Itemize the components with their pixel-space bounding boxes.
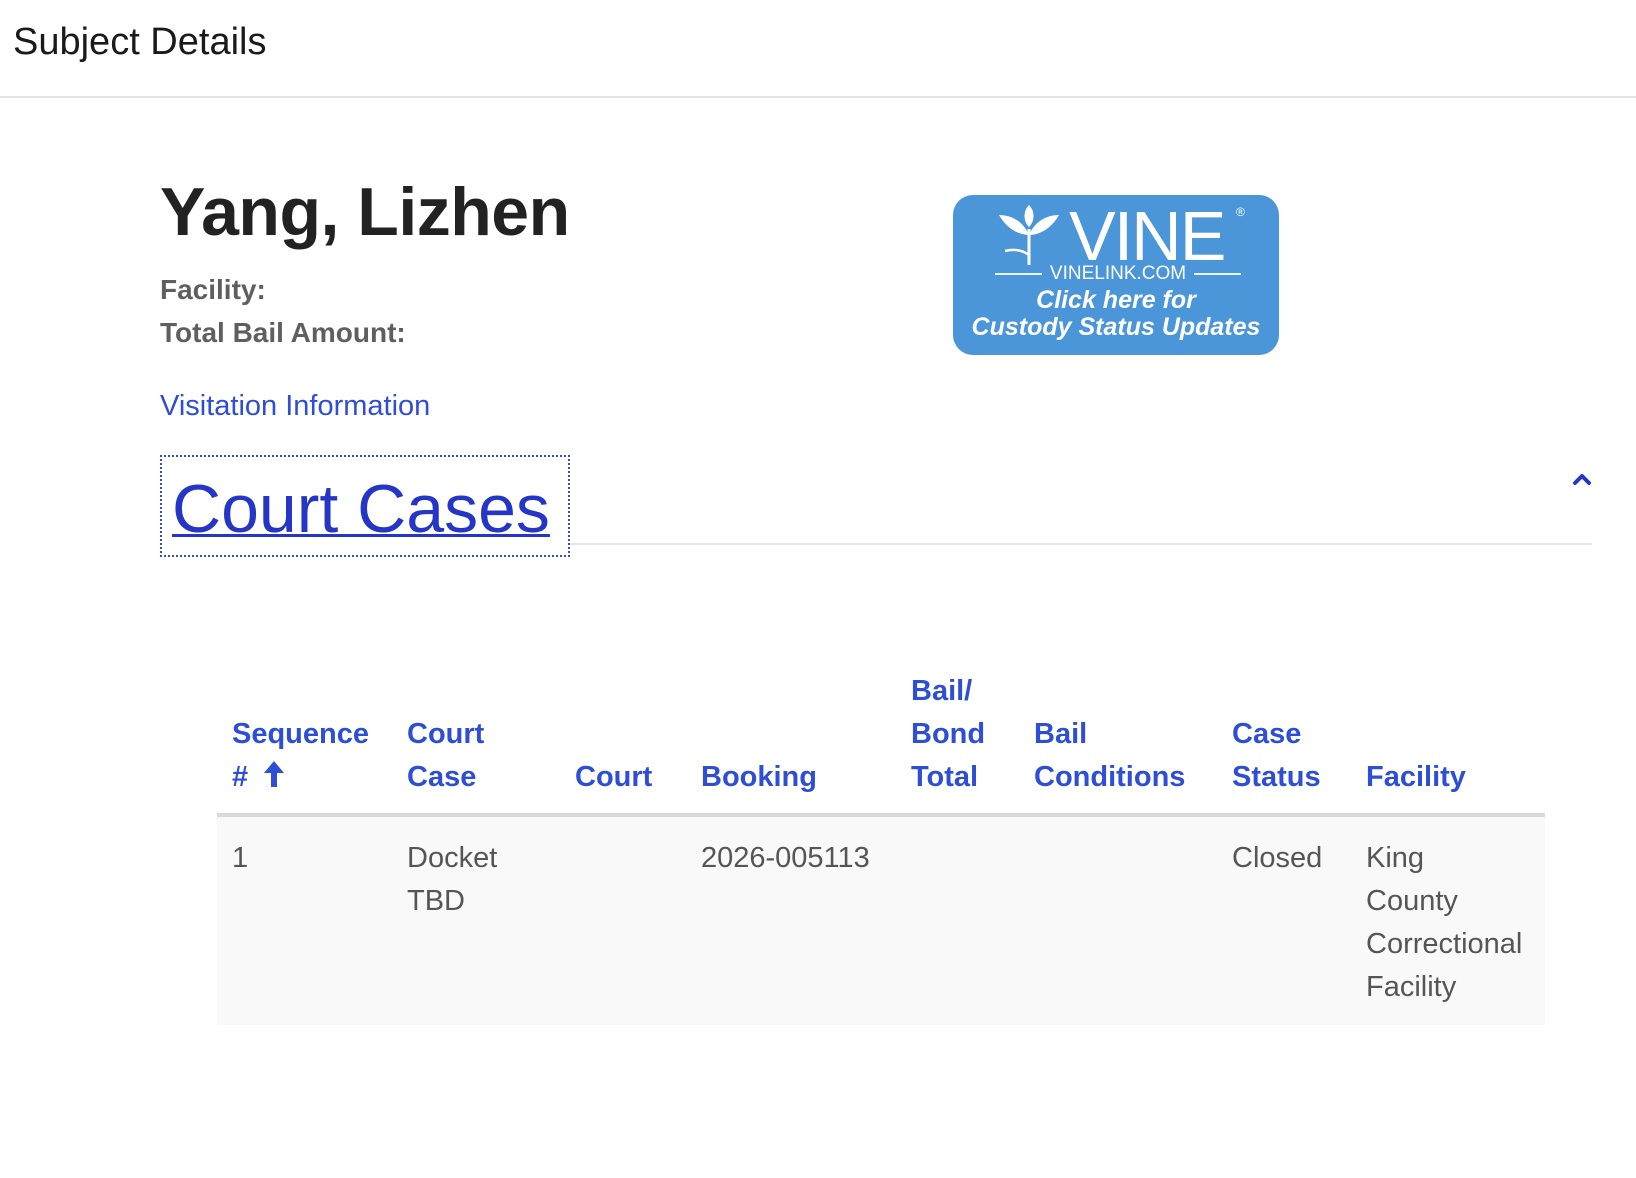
vine-url: VINELINK.COM [1049, 263, 1187, 284]
divider [995, 273, 1042, 275]
cell-line: Facility [1366, 971, 1457, 1003]
court-cases-title-link[interactable]: Court Cases [172, 471, 550, 547]
subject-name: Yang, Lizhen [160, 174, 570, 250]
visitation-information-link[interactable]: Visitation Information [160, 389, 430, 423]
total-bail-label: Total Bail Amount: [160, 317, 406, 348]
arrow-up-icon[interactable] [262, 759, 286, 789]
chevron-up-icon[interactable] [1568, 466, 1596, 494]
table-row: 1 Docket TBD 2026-005113 Closed King Cou… [217, 815, 1545, 1025]
cell-line: Docket [407, 842, 498, 874]
header-label: Conditions [1034, 761, 1186, 793]
header-label: Bond [911, 718, 986, 750]
page-title: Subject Details [13, 21, 267, 63]
header-label: Court [575, 761, 653, 793]
cell-facility: King County Correctional Facility [1351, 815, 1545, 1025]
vine-cta: Click here for Custody Status Updates [953, 287, 1279, 341]
column-header-facility[interactable]: Facility [1351, 670, 1545, 817]
registered-mark: ® [1236, 205, 1245, 219]
header-label: Bail [1034, 718, 1088, 750]
header-label: Facility [1366, 761, 1466, 793]
vine-cta-line: Click here for [1036, 286, 1196, 314]
vine-leaf-icon [999, 205, 1059, 266]
divider [1194, 273, 1242, 275]
vine-url-row: VINELINK.COM [995, 263, 1242, 285]
cell-line: TBD [407, 885, 465, 917]
header-label: Bail/ [911, 675, 973, 707]
header-label: Sequence [232, 718, 369, 750]
header-label: Case [1232, 718, 1302, 750]
table-header-row: Sequence # Court Case Court Booking Bail… [217, 670, 1545, 817]
court-cases-table: Sequence # Court Case Court Booking Bail… [217, 670, 1545, 1025]
vine-wordmark: VINE [1069, 197, 1226, 275]
column-header-bail-bond-total[interactable]: Bail/ Bond Total [896, 670, 1019, 817]
header-label: Status [1232, 761, 1321, 793]
section-divider [570, 543, 1592, 545]
cell-bail-bond-total [896, 815, 1019, 1025]
cell-booking: 2026-005113 [686, 815, 896, 1025]
cell-sequence: 1 [217, 815, 392, 1025]
vine-custody-updates-banner[interactable]: VINE ® VINELINK.COM Click here for Custo… [953, 195, 1279, 355]
court-cases-section-header[interactable]: Court Cases [160, 455, 570, 557]
cell-line: King [1366, 842, 1425, 874]
cell-court-case: Docket TBD [392, 815, 560, 1025]
column-header-case-status[interactable]: Case Status [1217, 670, 1351, 817]
column-header-bail-conditions[interactable]: Bail Conditions [1019, 670, 1217, 817]
cell-line: County [1366, 885, 1458, 917]
column-header-sequence[interactable]: Sequence # [217, 670, 392, 817]
header-label: # [232, 761, 249, 793]
cell-bail-conditions [1019, 815, 1217, 1025]
page-header: Subject Details [0, 0, 1636, 98]
header-label: Total [911, 761, 979, 793]
vine-cta-line: Custody Status Updates [971, 313, 1261, 341]
cell-court [560, 815, 686, 1025]
column-header-court-case[interactable]: Court Case [392, 670, 560, 817]
header-label: Booking [701, 761, 817, 793]
column-header-booking[interactable]: Booking [686, 670, 896, 817]
cell-line: Correctional [1366, 928, 1523, 960]
cell-case-status: Closed [1217, 815, 1351, 1025]
header-label: Court [407, 718, 485, 750]
header-label: Case [407, 761, 477, 793]
facility-label: Facility: [160, 274, 266, 305]
column-header-court[interactable]: Court [560, 670, 686, 817]
